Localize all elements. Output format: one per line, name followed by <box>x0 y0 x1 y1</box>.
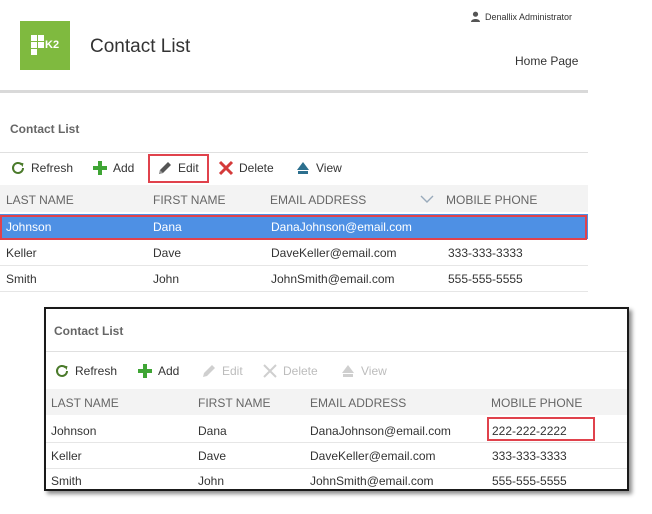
add-button[interactable]: Add <box>92 157 134 179</box>
user-icon <box>470 11 481 22</box>
refresh-label: Refresh <box>75 364 118 378</box>
cell-last-name: Smith <box>51 474 82 488</box>
sort-chevron-icon[interactable] <box>420 195 434 203</box>
column-header-last-name[interactable]: LAST NAME <box>6 193 74 207</box>
delete-button[interactable]: Delete <box>262 360 318 382</box>
add-icon <box>137 363 153 379</box>
add-icon <box>92 160 108 176</box>
cell-last-name: Smith <box>6 272 37 286</box>
logo-text: K2 <box>45 39 60 51</box>
cell-first-name: John <box>198 474 225 488</box>
column-header-last-name[interactable]: LAST NAME <box>51 396 119 410</box>
view-icon <box>340 363 356 379</box>
cell-last-name: Keller <box>6 246 37 260</box>
column-header-email-address[interactable]: EMAIL ADDRESS <box>310 396 406 410</box>
refresh-icon <box>10 160 26 176</box>
contact-list-panel-bottom: Contact List Refresh Add Edit Delete Vie… <box>44 307 629 491</box>
table-row[interactable]: Keller Dave DaveKeller@email.com 333-333… <box>46 443 627 468</box>
add-label: Add <box>113 161 135 175</box>
edit-label: Edit <box>222 364 243 378</box>
refresh-label: Refresh <box>31 161 74 175</box>
divider <box>46 351 627 352</box>
column-header-mobile-phone[interactable]: MOBILE PHONE <box>491 396 582 410</box>
view-icon <box>295 160 311 176</box>
selected-row-highlight <box>0 215 587 240</box>
view-button[interactable]: View <box>295 157 342 179</box>
table-row[interactable]: Smith John JohnSmith@email.com 555-555-5… <box>46 469 627 489</box>
column-header-first-name[interactable]: FIRST NAME <box>153 193 225 207</box>
mobile-phone-highlight <box>487 417 595 441</box>
divider <box>0 152 588 153</box>
cell-mobile-phone: 555-555-5555 <box>492 474 567 488</box>
section-title: Contact List <box>54 324 124 338</box>
user-menu[interactable]: Denallix Administrator <box>470 11 572 22</box>
cell-last-name: Johnson <box>51 424 97 438</box>
delete-label: Delete <box>283 364 318 378</box>
edit-highlight <box>148 154 209 183</box>
delete-icon <box>218 160 234 176</box>
cell-first-name: John <box>153 272 180 286</box>
cell-email: DanaJohnson@email.com <box>310 424 451 438</box>
refresh-icon <box>54 363 70 379</box>
edit-button[interactable]: Edit <box>201 360 243 382</box>
edit-icon <box>201 363 217 379</box>
view-label: View <box>316 161 342 175</box>
delete-label: Delete <box>239 161 274 175</box>
user-name: Denallix Administrator <box>485 11 573 22</box>
column-header-mobile-phone[interactable]: MOBILE PHONE <box>446 193 537 207</box>
table-row[interactable]: Keller Dave DaveKeller@email.com 333-333… <box>0 240 588 265</box>
delete-button[interactable]: Delete <box>218 157 274 179</box>
column-header-first-name[interactable]: FIRST NAME <box>198 396 270 410</box>
table-row[interactable]: Smith John JohnSmith@email.com 555-555-5… <box>0 266 588 291</box>
page-title: Contact List <box>90 36 191 57</box>
app-header: K2 Contact List Denallix Administrator H… <box>0 0 588 93</box>
cell-last-name: Keller <box>51 449 82 463</box>
divider <box>0 291 588 292</box>
cell-email: JohnSmith@email.com <box>271 272 395 286</box>
cell-first-name: Dana <box>198 424 227 438</box>
cell-mobile-phone: 333-333-3333 <box>448 246 523 260</box>
refresh-button[interactable]: Refresh <box>54 360 117 382</box>
home-page-link[interactable]: Home Page <box>515 54 578 68</box>
cell-first-name: Dave <box>153 246 182 260</box>
section-title: Contact List <box>10 122 80 136</box>
add-button[interactable]: Add <box>137 360 179 382</box>
contact-list-panel-top: Contact List Refresh Add Edit Delete Vie… <box>0 96 588 292</box>
delete-icon <box>262 363 278 379</box>
cell-mobile-phone: 333-333-3333 <box>492 449 567 463</box>
k2-logo-icon[interactable]: K2 <box>20 21 70 70</box>
column-header-email-address[interactable]: EMAIL ADDRESS <box>270 193 366 207</box>
cell-first-name: Dave <box>198 449 227 463</box>
add-label: Add <box>158 364 180 378</box>
refresh-button[interactable]: Refresh <box>10 157 73 179</box>
cell-email: DaveKeller@email.com <box>310 449 436 463</box>
cell-email: DaveKeller@email.com <box>271 246 397 260</box>
view-button[interactable]: View <box>340 360 387 382</box>
view-label: View <box>361 364 387 378</box>
cell-mobile-phone: 555-555-5555 <box>448 272 523 286</box>
cell-email: JohnSmith@email.com <box>310 474 434 488</box>
